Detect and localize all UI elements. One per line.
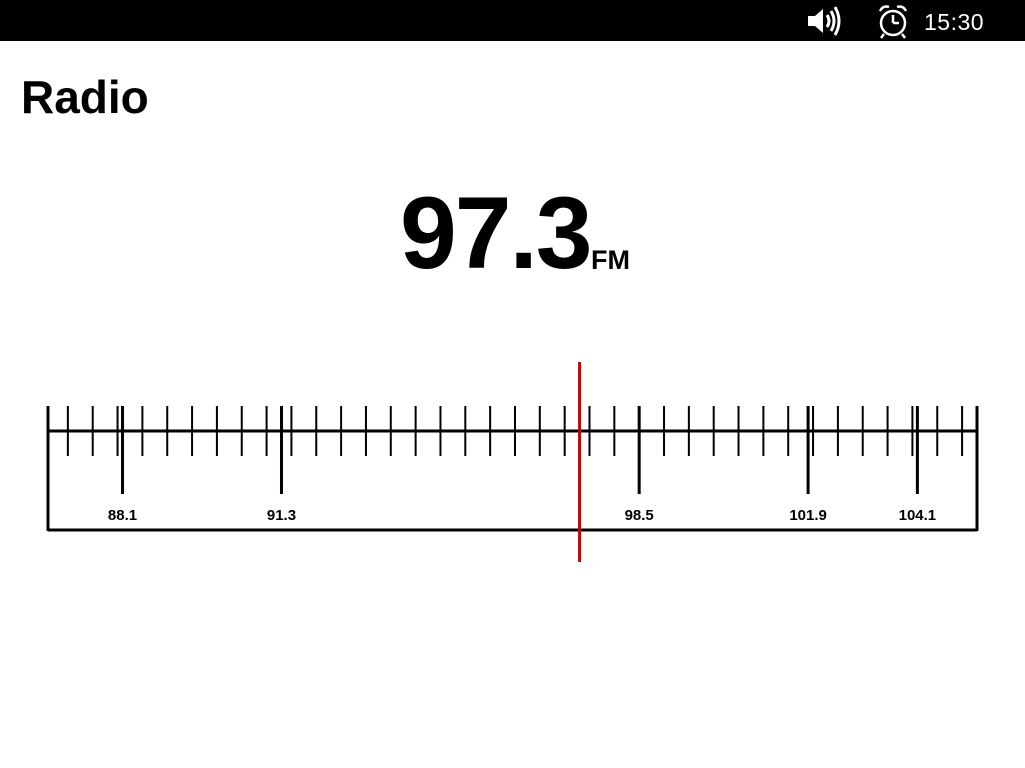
dial-station-label: 88.1 <box>108 507 137 524</box>
tuning-dial[interactable]: 88.1 91.3 98.5 101.9 104.1 <box>0 0 1025 768</box>
dial-station-label: 101.9 <box>789 507 827 524</box>
dial-station-label: 104.1 <box>899 507 937 524</box>
dial-station-label: 91.3 <box>267 507 296 524</box>
dial-station-label: 98.5 <box>625 507 654 524</box>
